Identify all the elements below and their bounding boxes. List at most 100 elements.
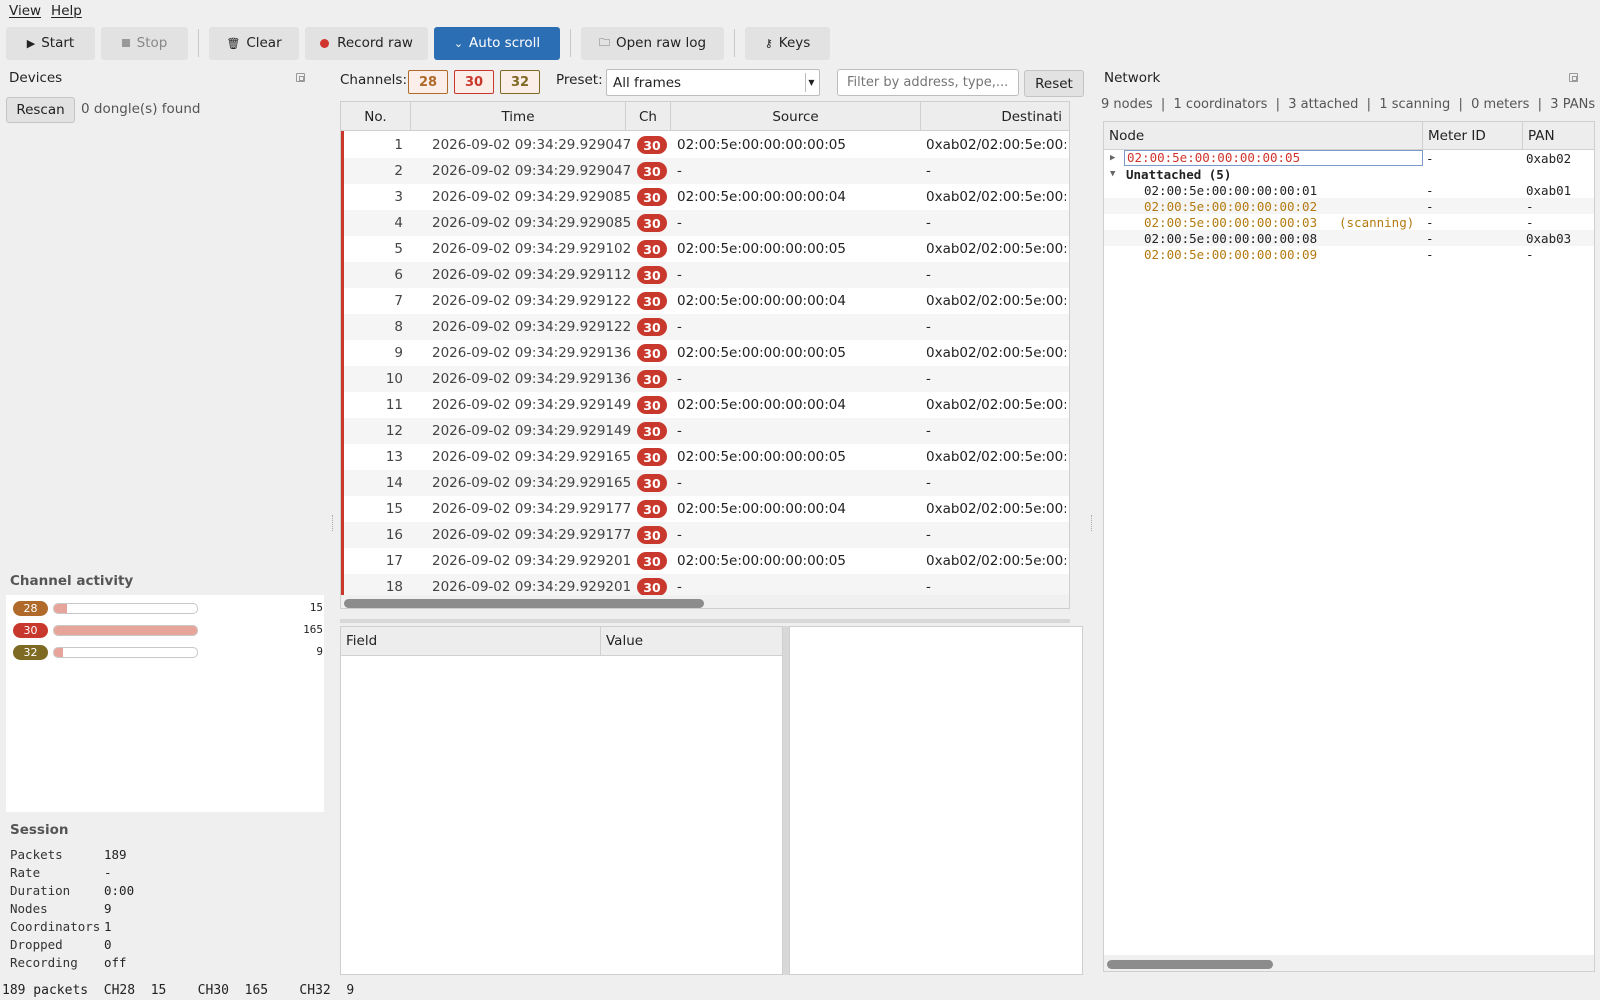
menu-help[interactable]: Help: [46, 3, 87, 19]
packet-time: 2026-09-02 09:34:29.929122: [432, 293, 632, 309]
channel-filter-28[interactable]: 28: [408, 70, 448, 94]
column-header-field[interactable]: Field: [341, 627, 601, 655]
session-key: Duration: [10, 882, 71, 898]
table-row[interactable]: 10 2026-09-02 09:34:29.929136 30- -: [341, 366, 1069, 392]
session-row: Rate -: [10, 863, 310, 881]
column-header-meter-id[interactable]: Meter ID: [1423, 122, 1523, 149]
packet-source: -: [677, 319, 682, 335]
coordinator-meter: -: [1426, 150, 1434, 166]
packet-no: 11: [385, 397, 403, 413]
open-raw-log-button[interactable]: 🗀 Open raw log: [581, 26, 724, 60]
channel-badge: 30: [637, 136, 667, 154]
packet-source: -: [677, 527, 682, 543]
node-address: 02:00:5e:00:00:00:00:09: [1144, 246, 1318, 262]
packet-source: -: [677, 475, 682, 491]
rescan-button[interactable]: Rescan: [6, 97, 75, 123]
dropdown-arrow-icon: ▼: [805, 73, 817, 92]
collapse-arrow-icon[interactable]: ▼: [1110, 169, 1115, 179]
auto-scroll-button[interactable]: ⌄ Auto scroll: [434, 26, 560, 60]
status-text: 189 packets CH28 15 CH30 165 CH32 9: [2, 982, 355, 998]
reset-button[interactable]: Reset: [1024, 70, 1084, 97]
channel-activity-fill: [54, 648, 63, 657]
network-tree-header: Node Meter ID PAN: [1104, 122, 1594, 150]
table-row[interactable]: 14 2026-09-02 09:34:29.929165 30- -: [341, 470, 1069, 496]
stop-button[interactable]: Stop: [101, 26, 188, 60]
table-row[interactable]: 1 2026-09-02 09:34:29.929047 30 02:00:5e:00…: [341, 132, 1069, 158]
channel-count: 9: [316, 645, 323, 658]
channel-count: 165: [303, 623, 323, 636]
network-node-row[interactable]: 02:00:5e:00:00:00:00:03 (scanning) - -: [1104, 214, 1594, 230]
splitter-handle[interactable]: [332, 515, 334, 531]
table-row[interactable]: 16 2026-09-02 09:34:29.929177 30- -: [341, 522, 1069, 548]
table-row[interactable]: 12 2026-09-02 09:34:29.929149 30- -: [341, 418, 1069, 444]
channel-activity-bar: [53, 603, 198, 614]
packet-time: 2026-09-02 09:34:29.929136: [432, 345, 632, 361]
keys-button[interactable]: ⚷ Keys: [745, 26, 830, 60]
table-row[interactable]: 2 2026-09-02 09:34:29.929047 30- -: [341, 158, 1069, 184]
table-row[interactable]: 9 2026-09-02 09:34:29.929136 30 02:00:5e:00…: [341, 340, 1069, 366]
horizontal-splitter[interactable]: [340, 619, 1070, 623]
preset-select[interactable]: All frames ▼: [606, 69, 820, 96]
clear-button[interactable]: 🗑 Clear: [209, 26, 299, 60]
network-node-row[interactable]: 02:00:5e:00:00:00:00:09 - -: [1104, 246, 1594, 262]
network-node-row[interactable]: 02:00:5e:00:00:00:00:02 - -: [1104, 198, 1594, 214]
expand-arrow-icon[interactable]: ▶: [1110, 153, 1115, 163]
column-header-time[interactable]: Time: [411, 102, 626, 131]
table-row[interactable]: 5 2026-09-02 09:34:29.929102 30 02:00:5e:00…: [341, 236, 1069, 262]
packet-no: 12: [385, 423, 403, 439]
filter-input[interactable]: [837, 69, 1019, 96]
table-row[interactable]: 3 2026-09-02 09:34:29.929085 30 02:00:5e:00…: [341, 184, 1069, 210]
network-node-row[interactable]: 02:00:5e:00:00:00:00:01 - 0xab01: [1104, 182, 1594, 198]
column-header-ch[interactable]: Ch: [626, 102, 671, 131]
table-row[interactable]: 7 2026-09-02 09:34:29.929122 30 02:00:5e:00…: [341, 288, 1069, 314]
column-header-source[interactable]: Source: [671, 102, 921, 131]
toolbar-separator: [198, 29, 199, 57]
packet-destination: -: [926, 527, 931, 543]
table-row[interactable]: 15 2026-09-02 09:34:29.929177 30 02:00:5e:0…: [341, 496, 1069, 522]
network-node-row[interactable]: 02:00:5e:00:00:00:00:08 - 0xab03: [1104, 230, 1594, 246]
node-meter-id: -: [1426, 182, 1434, 198]
packet-no: 13: [385, 449, 403, 465]
column-header-node[interactable]: Node: [1104, 122, 1423, 149]
channel-filter-32[interactable]: 32: [500, 70, 540, 94]
packet-destination: -: [926, 423, 931, 439]
coordinator-pan: 0xab02: [1526, 150, 1572, 166]
column-header-value[interactable]: Value: [601, 627, 782, 655]
packet-time: 2026-09-02 09:34:29.929165: [432, 449, 632, 465]
channel-filter-30[interactable]: 30: [454, 70, 494, 94]
double-chevron-down-icon: ⌄: [453, 36, 464, 50]
float-dock-icon[interactable]: [1569, 73, 1578, 82]
float-dock-icon[interactable]: [296, 73, 305, 82]
packet-destination: 0xab02/02:00:5e:00:0: [926, 397, 1066, 413]
record-raw-button[interactable]: Record raw: [305, 26, 428, 60]
packet-source: 02:00:5e:00:00:00:00:05: [677, 137, 846, 153]
channel-activity-row: 32 9: [13, 643, 323, 661]
column-header-destination[interactable]: Destinati: [921, 102, 1069, 131]
horizontal-scrollbar-thumb[interactable]: [1107, 960, 1273, 969]
coordinator-node: 02:00:5e:00:00:00:00:05: [1124, 150, 1423, 166]
channel-activity-title: Channel activity: [10, 573, 134, 589]
table-row[interactable]: 13 2026-09-02 09:34:29.929165 30 02:00:5e:0…: [341, 444, 1069, 470]
column-header-pan[interactable]: PAN: [1523, 122, 1594, 149]
table-row[interactable]: 4 2026-09-02 09:34:29.929085 30- -: [341, 210, 1069, 236]
splitter-handle[interactable]: [1091, 515, 1093, 531]
table-row[interactable]: 6 2026-09-02 09:34:29.929112 30- -: [341, 262, 1069, 288]
session-value: -: [104, 864, 112, 880]
packet-destination: -: [926, 163, 931, 179]
table-row[interactable]: 8 2026-09-02 09:34:29.929122 30- -: [341, 314, 1069, 340]
channel-filter-toggles: 28 30 32: [408, 70, 546, 94]
packet-table: No. Time Ch Source Destinati 1 2026-09-02…: [340, 101, 1070, 609]
node-address: 02:00:5e:00:00:00:00:02: [1144, 198, 1318, 214]
unattached-group-row[interactable]: ▼ Unattached (5): [1104, 166, 1594, 182]
coordinator-row[interactable]: ▶ 02:00:5e:00:00:00:00:05 - 0xab02: [1104, 150, 1594, 166]
node-meter-id: -: [1426, 230, 1434, 246]
toolbar-separator: [734, 29, 735, 57]
menu-view[interactable]: View: [4, 3, 46, 19]
table-row[interactable]: 11 2026-09-02 09:34:29.929149 30 02:00:5e:0…: [341, 392, 1069, 418]
packet-source: 02:00:5e:00:00:00:00:04: [677, 397, 846, 413]
channel-activity-bar: [53, 647, 198, 658]
start-button[interactable]: ▶ Start: [6, 26, 95, 60]
column-header-no[interactable]: No.: [341, 102, 411, 131]
table-row[interactable]: 17 2026-09-02 09:34:29.929201 30 02:00:5e:0…: [341, 548, 1069, 574]
horizontal-scrollbar-thumb[interactable]: [344, 599, 704, 608]
